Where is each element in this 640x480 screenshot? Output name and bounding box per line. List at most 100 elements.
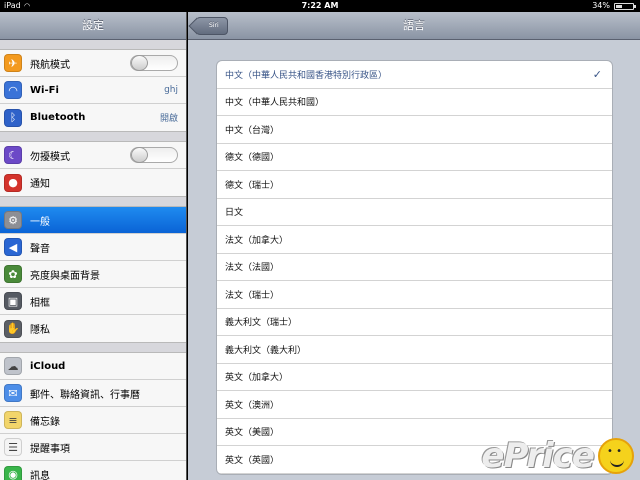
sidebar-item[interactable]: ☰ 提醒事項 bbox=[0, 434, 186, 461]
mail-icon: ✉ bbox=[4, 384, 22, 402]
bluetooth-icon: ᛒ bbox=[4, 108, 22, 127]
sidebar-item-label: 訊息 bbox=[30, 471, 50, 480]
language-label: 中文（中華人民共和國） bbox=[225, 98, 325, 109]
language-label: 日文 bbox=[225, 208, 244, 219]
language-label: 法文（加拿大） bbox=[225, 235, 289, 246]
sidebar-item-label: 隱私 bbox=[30, 325, 50, 336]
sidebar-groups: ✈ 飛航模式 ◠ Wi-Fi ghj ᛒ Bluetooth 開啟 ☾ 勿擾模式 ● 通知 ⚙ 一般 ◀ 聲音… bbox=[0, 40, 186, 480]
moon-icon: ☾ bbox=[4, 146, 22, 164]
language-label: 英文（澳洲） bbox=[225, 400, 280, 411]
sidebar-item[interactable]: ◀ 聲音 bbox=[0, 234, 186, 261]
language-row[interactable]: 中文（台灣） bbox=[217, 116, 612, 144]
settings-group: ✈ 飛航模式 ◠ Wi-Fi ghj ᛒ Bluetooth 開啟 bbox=[0, 49, 186, 132]
sidebar-title: 設定 bbox=[0, 12, 186, 40]
toggle-switch[interactable] bbox=[130, 147, 178, 163]
language-row[interactable]: 法文（瑞士） bbox=[217, 281, 612, 309]
speaker-icon: ◀ bbox=[4, 238, 22, 256]
sidebar-item-label: 備忘錄 bbox=[30, 416, 60, 428]
sidebar-item-label: 勿擾模式 bbox=[30, 151, 70, 163]
sidebar-item[interactable]: ✈ 飛航模式 bbox=[0, 50, 186, 77]
sidebar-item[interactable]: ▣ 相框 bbox=[0, 288, 186, 315]
toggle-knob bbox=[131, 147, 148, 163]
sidebar-item[interactable]: ◠ Wi-Fi ghj bbox=[0, 77, 186, 104]
notification-icon: ● bbox=[4, 173, 22, 192]
language-label: 法文（法國） bbox=[225, 263, 280, 274]
status-bar: iPad ◠ 7:22 AM 34% bbox=[0, 0, 640, 12]
sidebar-item-label: 通知 bbox=[30, 179, 50, 190]
nav-bar: Siri 語言 bbox=[188, 12, 640, 40]
checkmark-icon: ✓ bbox=[592, 67, 602, 81]
language-row[interactable]: 德文（瑞士） bbox=[217, 171, 612, 199]
sidebar-item-label: 提醒事項 bbox=[30, 443, 70, 455]
eprice-watermark: ePrice bbox=[481, 436, 634, 476]
smiley-logo-icon bbox=[598, 438, 634, 474]
back-button[interactable]: Siri bbox=[196, 17, 228, 35]
language-label: 德文（德國） bbox=[225, 153, 280, 164]
settings-group: ☾ 勿擾模式 ● 通知 bbox=[0, 141, 186, 197]
language-row[interactable]: 義大利文（瑞士） bbox=[217, 309, 612, 336]
language-label: 義大利文（瑞士） bbox=[225, 318, 298, 329]
sidebar-item[interactable]: ✿ 亮度與桌面背景 bbox=[0, 261, 186, 288]
battery-icon bbox=[614, 3, 636, 10]
language-row[interactable]: 德文（德國） bbox=[217, 144, 612, 171]
sidebar-item[interactable]: ☾ 勿擾模式 bbox=[0, 142, 186, 169]
language-row[interactable]: 法文（法國） bbox=[217, 254, 612, 281]
battery-percent: 34% bbox=[592, 1, 610, 10]
sidebar-item-value: 開啟 bbox=[159, 114, 178, 124]
cloud-icon: ☁ bbox=[4, 357, 22, 375]
status-time: 7:22 AM bbox=[301, 1, 339, 10]
language-list: 中文（中華人民共和國香港特別行政區） ✓ 中文（中華人民共和國） 中文（台灣） 德文（德… bbox=[216, 60, 613, 475]
sidebar-item-label: 亮度與桌面背景 bbox=[30, 270, 100, 282]
sidebar-item[interactable]: ≡ 備忘錄 bbox=[0, 407, 186, 434]
sidebar-item[interactable]: ✋ 隱私 bbox=[0, 315, 186, 342]
wifi-icon: ◠ bbox=[4, 81, 22, 99]
page-title: 語言 bbox=[403, 19, 425, 32]
sidebar-item-label: 一般 bbox=[30, 216, 50, 228]
language-row[interactable]: 日文 bbox=[217, 199, 612, 226]
language-label: 義大利文（義大利） bbox=[225, 345, 307, 356]
language-row[interactable]: 義大利文（義大利） bbox=[217, 336, 612, 364]
sidebar-item-label: 相框 bbox=[30, 297, 50, 309]
battery-level-fill bbox=[616, 5, 623, 8]
language-label: 中文（中華人民共和國香港特別行政區） bbox=[225, 70, 388, 81]
sidebar-item-label: iCloud bbox=[30, 360, 66, 372]
notes-icon: ≡ bbox=[4, 411, 22, 429]
language-label: 中文（台灣） bbox=[225, 125, 280, 136]
hand-icon: ✋ bbox=[4, 319, 22, 338]
language-label: 法文（瑞士） bbox=[225, 290, 280, 301]
language-row[interactable]: 英文（澳洲） bbox=[217, 391, 612, 419]
toggle-switch[interactable] bbox=[130, 55, 178, 71]
language-label: 英文（加拿大） bbox=[225, 373, 289, 384]
sidebar-item-label: 郵件、聯絡資訊、行事曆 bbox=[30, 389, 140, 401]
sidebar-item[interactable]: ᛒ Bluetooth 開啟 bbox=[0, 104, 186, 131]
sidebar-item-value: ghj bbox=[164, 85, 178, 95]
gear-icon: ⚙ bbox=[4, 211, 22, 229]
reminders-icon: ☰ bbox=[4, 438, 22, 456]
settings-sidebar: 設定 ✈ 飛航模式 ◠ Wi-Fi ghj ᛒ Bluetooth 開啟 ☾ 勿擾模式 ● 通知 ⚙ 一般… bbox=[0, 12, 187, 480]
flower-icon: ✿ bbox=[4, 265, 22, 283]
sidebar-item[interactable]: ✉ 郵件、聯絡資訊、行事曆 bbox=[0, 380, 186, 407]
language-row[interactable]: 中文（中華人民共和國香港特別行政區） ✓ bbox=[217, 61, 612, 89]
language-label: 德文（瑞士） bbox=[225, 180, 280, 191]
sidebar-item[interactable]: ⚙ 一般 bbox=[0, 207, 186, 234]
airplane-icon: ✈ bbox=[4, 54, 22, 72]
sidebar-item[interactable]: ● 通知 bbox=[0, 169, 186, 196]
language-row[interactable]: 英文（加拿大） bbox=[217, 364, 612, 391]
settings-group: ⚙ 一般 ◀ 聲音 ✿ 亮度與桌面背景 ▣ 相框 ✋ 隱私 bbox=[0, 206, 186, 343]
frame-icon: ▣ bbox=[4, 292, 22, 310]
watermark-text: ePrice bbox=[481, 436, 595, 476]
language-panel: Siri 語言 中文（中華人民共和國香港特別行政區） ✓ 中文（中華人民共和國） 中文… bbox=[188, 12, 640, 480]
sidebar-item[interactable]: ◉ 訊息 bbox=[0, 461, 186, 480]
sidebar-item[interactable]: ☁ iCloud bbox=[0, 353, 186, 380]
sidebar-item-label: 聲音 bbox=[30, 243, 50, 255]
sidebar-item-label: 飛航模式 bbox=[30, 59, 70, 71]
sidebar-item-label: Bluetooth bbox=[30, 112, 86, 123]
toggle-knob bbox=[131, 55, 148, 71]
language-row[interactable]: 法文（加拿大） bbox=[217, 226, 612, 254]
language-row[interactable]: 中文（中華人民共和國） bbox=[217, 89, 612, 116]
sidebar-item-label: Wi-Fi bbox=[30, 84, 59, 96]
settings-group: ☁ iCloud ✉ 郵件、聯絡資訊、行事曆 ≡ 備忘錄 ☰ 提醒事項 ◉ 訊息 bbox=[0, 352, 186, 480]
